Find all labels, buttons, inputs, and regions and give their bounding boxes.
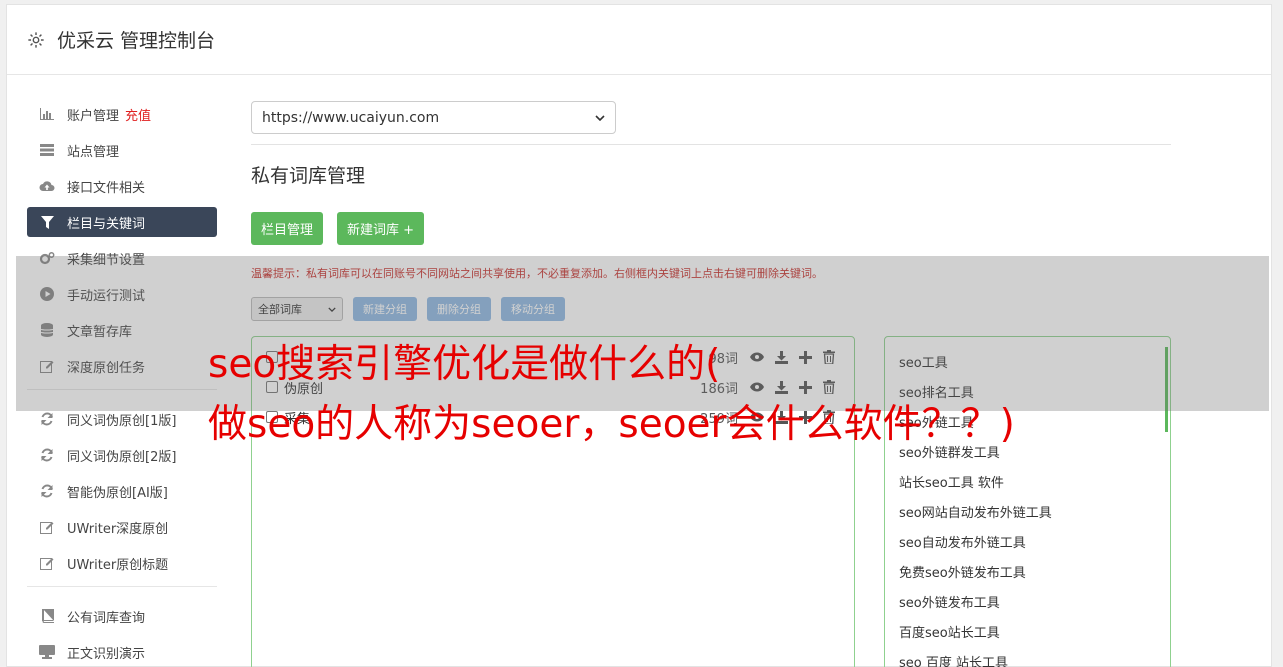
sidebar-item-label: 接口文件相关 (67, 180, 146, 196)
book-icon (39, 608, 55, 624)
sidebar-item-uwriter-title[interactable]: UWriter原创标题 (27, 548, 217, 578)
server-icon (39, 142, 55, 158)
sidebar-item-sites[interactable]: 站点管理 (27, 135, 217, 165)
overlay-headline: seo搜索引擎优化是做什么的( 做seo的人称为seoer，seoer会什么软件… (208, 335, 1015, 455)
bar-chart-icon (39, 106, 55, 122)
keyword-item[interactable]: seo 百度 站长工具 (899, 649, 1170, 667)
sidebar-item-columns-keywords[interactable]: 栏目与关键词 (27, 207, 217, 237)
header: 优采云 管理控制台 (7, 5, 1271, 75)
recharge-link[interactable]: 充值 (125, 105, 151, 124)
sidebar-item-label: UWriter原创标题 (67, 557, 169, 573)
keyword-item[interactable]: seo网站自动发布外链工具 (899, 499, 1170, 529)
overlay-headline-line1: seo搜索引擎优化是做什么的( (208, 342, 721, 387)
sidebar-item-text-recognition[interactable]: 正文识别演示 (27, 637, 217, 667)
sidebar-item-public-lib[interactable]: 公有词库查询 (27, 601, 217, 631)
console-title: 优采云 管理控制台 (57, 30, 216, 52)
page-title: 私有词库管理 (251, 165, 366, 187)
divider (251, 144, 1171, 145)
gear-icon (28, 31, 44, 48)
sidebar-item-synonym-v2[interactable]: 同义词伪原创[2版] (27, 440, 217, 470)
sidebar-item-label: 栏目与关键词 (67, 216, 146, 232)
sidebar-item-label: 智能伪原创[AI版] (67, 485, 168, 501)
edit-icon (39, 519, 55, 535)
sidebar-item-label: 账户管理 (67, 108, 120, 124)
sidebar-item-label: UWriter深度原创 (67, 521, 169, 537)
edit-icon (39, 555, 55, 571)
sidebar-item-label: 同义词伪原创[1版] (67, 413, 177, 429)
sidebar-divider (27, 586, 217, 587)
new-library-button[interactable]: 新建词库 + (337, 212, 425, 245)
sidebar-item-ai-pseudo[interactable]: 智能伪原创[AI版] (27, 476, 217, 506)
site-select-value: https://www.ucaiyun.com (262, 109, 440, 126)
keyword-item[interactable]: 站长seo工具 软件 (899, 469, 1170, 499)
sidebar-item-uwriter-deep[interactable]: UWriter深度原创 (27, 512, 217, 542)
keyword-item[interactable]: seo自动发布外链工具 (899, 529, 1170, 559)
sidebar-item-label: 站点管理 (67, 144, 120, 160)
sidebar-item-account[interactable]: 账户管理 充值 (27, 99, 217, 129)
action-buttons: 栏目管理 新建词库 + (251, 212, 1171, 245)
column-manage-button[interactable]: 栏目管理 (251, 212, 324, 245)
filter-icon (39, 214, 55, 230)
refresh-icon (39, 411, 55, 427)
refresh-icon (39, 483, 55, 499)
site-select[interactable]: https://www.ucaiyun.com (251, 101, 616, 134)
sidebar-item-label: 公有词库查询 (67, 610, 146, 626)
overlay-headline-line2: 做seo的人称为seoer，seoer会什么软件？？) (208, 402, 1015, 447)
sidebar-item-label: 同义词伪原创[2版] (67, 449, 177, 465)
keyword-item[interactable]: 免费seo外链发布工具 (899, 559, 1170, 589)
monitor-icon (39, 644, 55, 660)
cloud-upload-icon (39, 178, 55, 194)
keyword-item[interactable]: 百度seo站长工具 (899, 619, 1170, 649)
chevron-down-icon (595, 114, 605, 121)
sidebar-item-api-files[interactable]: 接口文件相关 (27, 171, 217, 201)
keyword-item[interactable]: seo外链发布工具 (899, 589, 1170, 619)
sidebar-item-label: 正文识别演示 (67, 646, 146, 662)
refresh-icon (39, 447, 55, 463)
